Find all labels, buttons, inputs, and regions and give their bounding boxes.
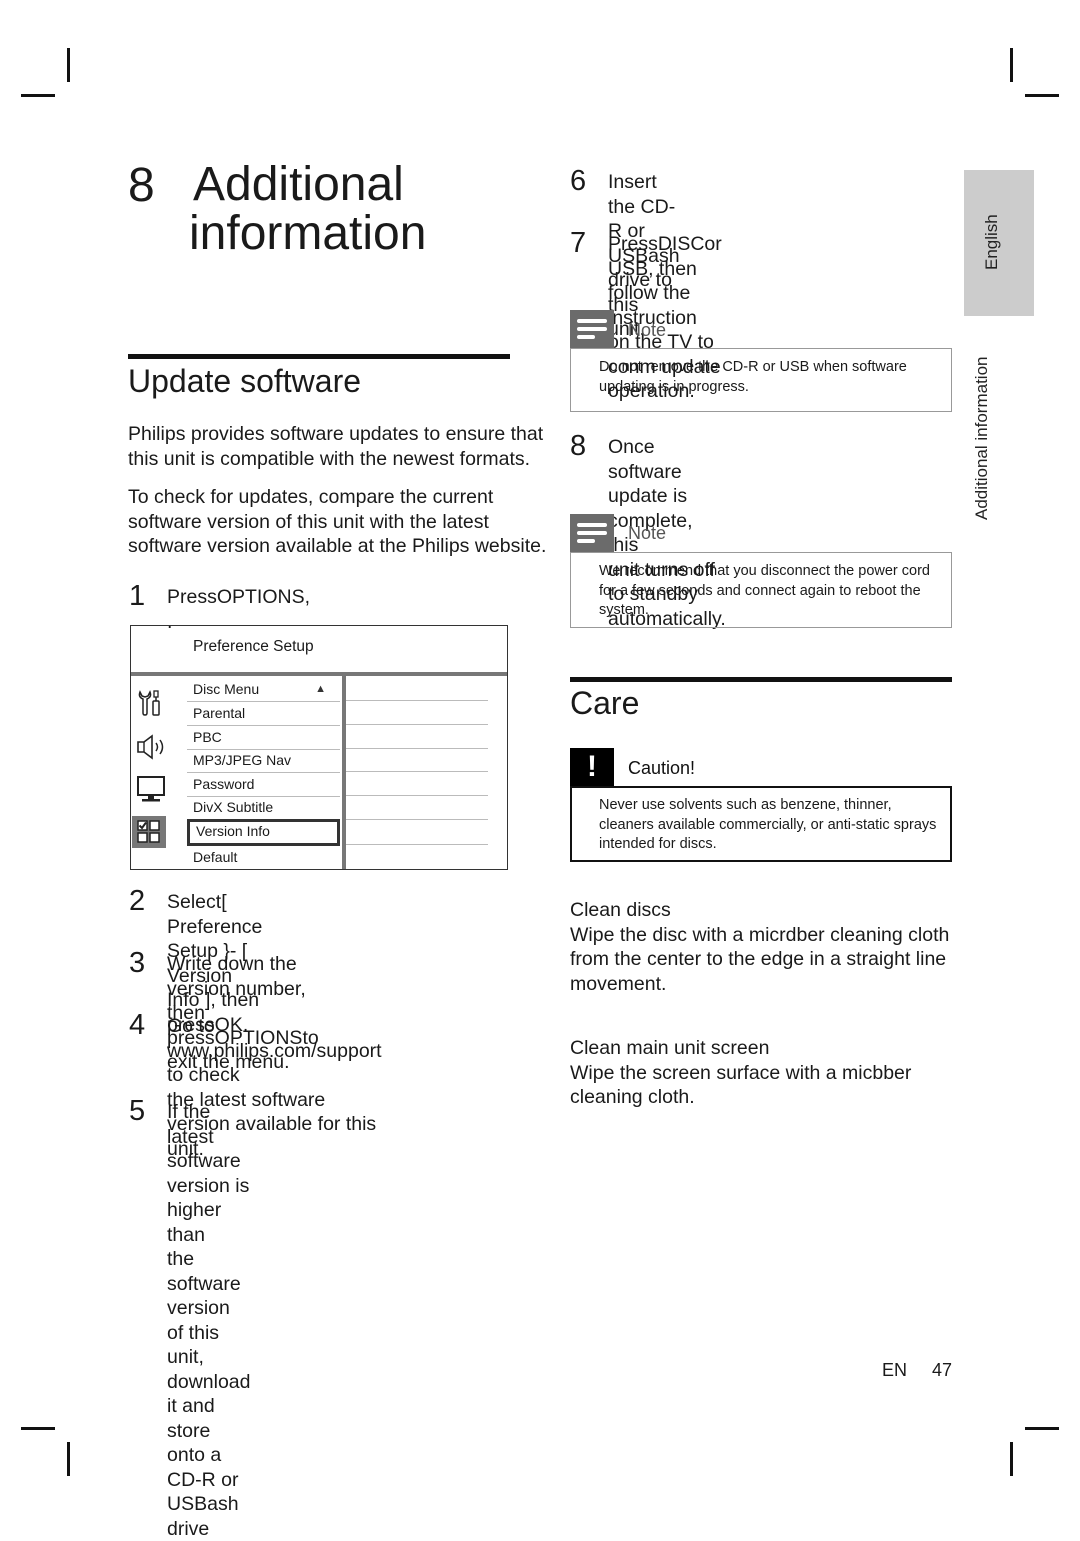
text-line: system. [599,601,930,621]
menu-item-parental[interactable]: Parental [187,702,340,726]
text-line: Once software update is complete, this [608,435,726,558]
text-line: We recommend that you disconnect the pow… [599,562,930,582]
menu-item-default[interactable]: Default [187,846,340,870]
menu-value-line [346,724,488,725]
note-label: Note [628,523,666,544]
chapter-title-line: information [189,209,426,258]
text-line: Go to www.philips.com/support to check [167,1014,382,1088]
text-line: from the center to the edge in a straigh… [570,947,949,972]
menu-item-pbc[interactable]: PBC [187,726,340,750]
clean-discs-block: Clean discs Wipe the disc with a micrdbe… [570,898,949,996]
section-rule [570,677,952,682]
section-title-update-software: Update software [128,363,361,399]
text-line: Never use solvents such as benzene, thin… [599,796,936,816]
note-icon [570,514,614,552]
text-line: it and store onto a CD-R or USBash [167,1394,250,1517]
language-tab-label: English [982,214,1002,270]
scroll-up-icon[interactable]: ▲ [315,678,326,702]
check-paragraph: To check for updates, compare the curren… [128,485,546,559]
text-line: intended for discs. [599,835,936,855]
menu-value-line [346,819,488,820]
text-line: Philips provides software updates to ens… [128,422,543,447]
step-number: 2 [129,886,145,916]
note-icon [570,310,614,348]
caution-text: Never use solvents such as benzene, thin… [599,796,936,855]
text-line: the software version of this unit, downl… [167,1247,250,1394]
crop-mark [1025,1427,1059,1430]
text-line: for a few seconds and connect again to r… [599,582,930,602]
step-number: 1 [129,581,145,611]
tools-icon[interactable] [135,688,167,718]
menu-value-line [346,748,488,749]
text-line: drive [167,1517,250,1541]
section-title-care: Care [570,685,639,721]
intro-paragraph: Philips provides software updates to ens… [128,422,543,471]
text-line: movement. [570,972,949,997]
step-text: If the latest software version is higher… [167,1100,250,1541]
menu-item-disc-menu[interactable]: Disc Menu ▲ [187,678,340,702]
section-rule [128,354,510,359]
section-tab-label: Additional information [972,357,992,520]
preference-setup-menu: Preference Setup [130,625,508,870]
text-line: If the latest software version is higher… [167,1100,250,1247]
menu-value-line [346,771,488,772]
chapter-number: 8 [128,160,155,212]
menu-value-line [346,795,488,796]
menu-item-label: Disc Menu [193,681,259,697]
menu-divider [131,672,507,676]
menu-item-password[interactable]: Password [187,773,340,797]
clean-screen-heading: Clean main unit screen [570,1036,911,1061]
text-line: updating is in progress. [599,378,907,398]
crop-mark [21,94,55,97]
note-text: We recommend that you disconnect the pow… [599,562,930,621]
step-number: 4 [129,1010,145,1040]
page-number: 47 [932,1360,952,1381]
menu-item-mp3-jpeg-nav[interactable]: MP3/JPEG Nav [187,749,340,773]
preferences-grid-icon[interactable] [132,816,166,848]
text-line: Do not remove the CD-R or USB when softw… [599,358,907,378]
monitor-icon[interactable] [135,774,167,804]
text-line: To check for updates, compare the curren… [128,485,546,510]
text-line: Wipe the screen surface with a micbber [570,1061,911,1086]
step-number: 5 [129,1096,145,1126]
crop-mark [1010,48,1013,82]
step-number: 6 [570,166,586,196]
note-text: Do not remove the CD-R or USB when softw… [599,358,907,397]
crop-mark [1010,1442,1013,1476]
text-line: cleaning cloth. [570,1085,911,1110]
note-label: Note [628,320,666,341]
step-number: 7 [570,228,586,258]
text-line: this unit is compatible with the newest … [128,447,543,472]
menu-value-line [346,844,488,845]
clean-discs-heading: Clean discs [570,898,949,923]
text-line: cleaners available commercially, or anti… [599,816,936,836]
crop-mark [67,48,70,82]
footer-language: EN [882,1360,907,1381]
step-number: 3 [129,948,145,978]
text-line: PressDISCor USB, then follow the [608,232,722,306]
chapter-title-line: Additional [193,160,426,209]
menu-title: Preference Setup [193,638,314,656]
crop-mark [1025,94,1059,97]
step-number: 8 [570,431,586,461]
crop-mark [21,1427,55,1430]
crop-mark [67,1442,70,1476]
text-line: Wipe the disc with a micrdber cleaning c… [570,923,949,948]
menu-item-version-info[interactable]: Version Info [187,819,340,846]
menu-item-divx-subtitle[interactable]: DivX Subtitle [187,796,340,820]
clean-screen-block: Clean main unit screen Wipe the screen s… [570,1036,911,1110]
menu-column-divider [342,676,346,869]
language-tab: English [964,170,1034,316]
text-line: software version of this unit with the l… [128,510,546,535]
caution-label: Caution! [628,758,695,779]
caution-icon: ! [570,748,614,786]
chapter-title: Additional information [193,160,426,258]
menu-value-line [346,700,488,701]
speaker-icon[interactable] [135,732,167,762]
text-line: software version available at the Philip… [128,534,546,559]
